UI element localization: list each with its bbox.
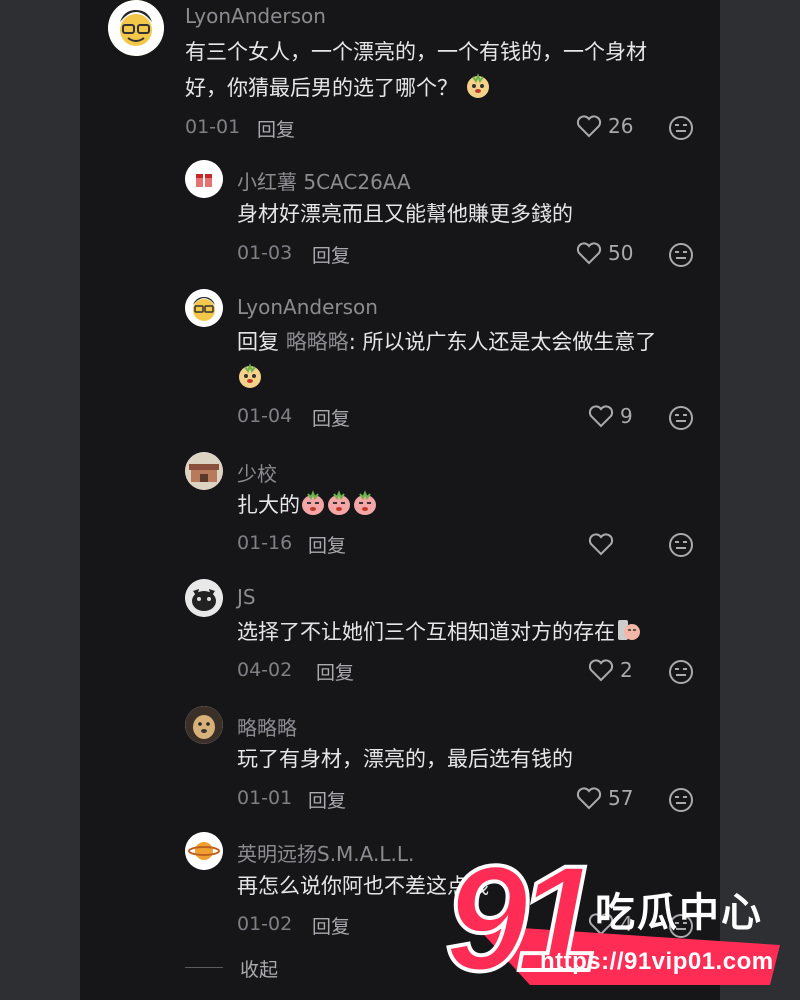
like-count: 50 <box>608 241 634 265</box>
dislike-button[interactable] <box>668 242 694 268</box>
user-avatar[interactable] <box>185 160 223 198</box>
like-count: 9 <box>620 404 633 428</box>
comment-text: 选择了不让她们三个互相知道对方的存在 <box>237 614 641 650</box>
dislike-face-icon <box>669 533 693 557</box>
comment-date: 01-01 <box>237 787 293 809</box>
dislike-face-icon <box>669 660 693 684</box>
watermark-url: https://91vip01.com <box>540 948 774 975</box>
bread-emoji-icon <box>237 363 263 389</box>
heart-icon <box>588 405 614 428</box>
comment-text: 身材好漂亮而且又能幫他賺更多錢的 <box>237 202 573 226</box>
reply-button[interactable]: 回复 <box>257 115 295 142</box>
comment-text-line2: 好，你猜最后男的选了哪个？ <box>185 70 491 106</box>
dislike-face-icon <box>669 243 693 267</box>
username[interactable]: 少校 <box>237 458 277 487</box>
dislike-button[interactable] <box>668 659 694 685</box>
heart-icon <box>588 533 614 556</box>
crying-emoji-icon <box>352 490 378 516</box>
username[interactable]: 小红薯 5CAC26AA <box>237 166 411 195</box>
like-count: 57 <box>608 786 634 810</box>
dislike-face-icon <box>669 788 693 812</box>
dislike-button[interactable] <box>668 787 694 813</box>
bread-emoji-icon <box>465 73 491 99</box>
user-avatar[interactable] <box>185 579 223 617</box>
like-button[interactable]: 26 <box>576 114 633 138</box>
reply-button[interactable]: 回复 <box>316 658 354 685</box>
mention-link[interactable]: 略略略 <box>286 330 349 354</box>
like-count: 2 <box>620 658 633 682</box>
dislike-face-icon <box>669 406 693 430</box>
comment-text: 玩了有身材，漂亮的，最后选有钱的 <box>237 747 573 771</box>
reply-button[interactable]: 回复 <box>308 786 346 813</box>
comment-date: 01-03 <box>237 242 293 264</box>
dislike-button[interactable] <box>668 532 694 558</box>
crying-emoji-icon <box>326 490 352 516</box>
like-button[interactable]: 2 <box>588 658 633 682</box>
user-avatar[interactable] <box>185 452 223 490</box>
comment-text: 有三个女人，一个漂亮的，一个有钱的，一个身材 <box>185 40 647 64</box>
user-avatar[interactable] <box>108 0 164 56</box>
reply-button[interactable]: 回复 <box>312 912 350 939</box>
comment-date: 04-02 <box>237 659 293 681</box>
comment-text: 回复 略略略: 所以说广东人还是太会做生意了 <box>237 330 657 354</box>
comment-text-line2 <box>237 360 263 396</box>
heart-icon <box>588 659 614 682</box>
username[interactable]: 英明远扬S.M.A.L.L. <box>237 838 414 867</box>
username[interactable]: LyonAnderson <box>185 4 326 28</box>
collapse-replies-button[interactable]: 收起 <box>240 955 278 982</box>
crying-emoji-icon <box>300 490 326 516</box>
heart-icon <box>576 787 602 810</box>
username[interactable]: LyonAnderson <box>237 295 378 319</box>
user-avatar[interactable] <box>185 832 223 870</box>
username[interactable]: 略略略 <box>237 712 297 741</box>
comment-date: 01-16 <box>237 532 293 554</box>
dislike-face-icon <box>669 116 693 140</box>
watermark-title: 吃瓜中心 <box>595 890 763 936</box>
reply-button[interactable]: 回复 <box>312 241 350 268</box>
like-button[interactable] <box>588 532 620 556</box>
comment-date: 01-02 <box>237 913 293 935</box>
like-count: 26 <box>608 114 634 138</box>
left-margin <box>0 0 80 1000</box>
dislike-button[interactable] <box>668 115 694 141</box>
like-button[interactable]: 9 <box>588 404 633 428</box>
user-avatar[interactable] <box>185 289 223 327</box>
comment-text: 扎大的 <box>237 487 378 523</box>
comment-date: 01-04 <box>237 405 293 427</box>
heart-icon <box>576 115 602 138</box>
phone-emoji-icon <box>615 617 641 643</box>
like-button[interactable]: 57 <box>576 786 633 810</box>
reply-button[interactable]: 回复 <box>312 404 350 431</box>
collapse-divider <box>185 967 223 968</box>
username[interactable]: JS <box>237 585 256 609</box>
like-button[interactable]: 50 <box>576 241 633 265</box>
user-avatar[interactable] <box>185 706 223 744</box>
comment-date: 01-01 <box>185 116 241 138</box>
heart-icon <box>576 242 602 265</box>
reply-button[interactable]: 回复 <box>308 531 346 558</box>
dislike-button[interactable] <box>668 405 694 431</box>
